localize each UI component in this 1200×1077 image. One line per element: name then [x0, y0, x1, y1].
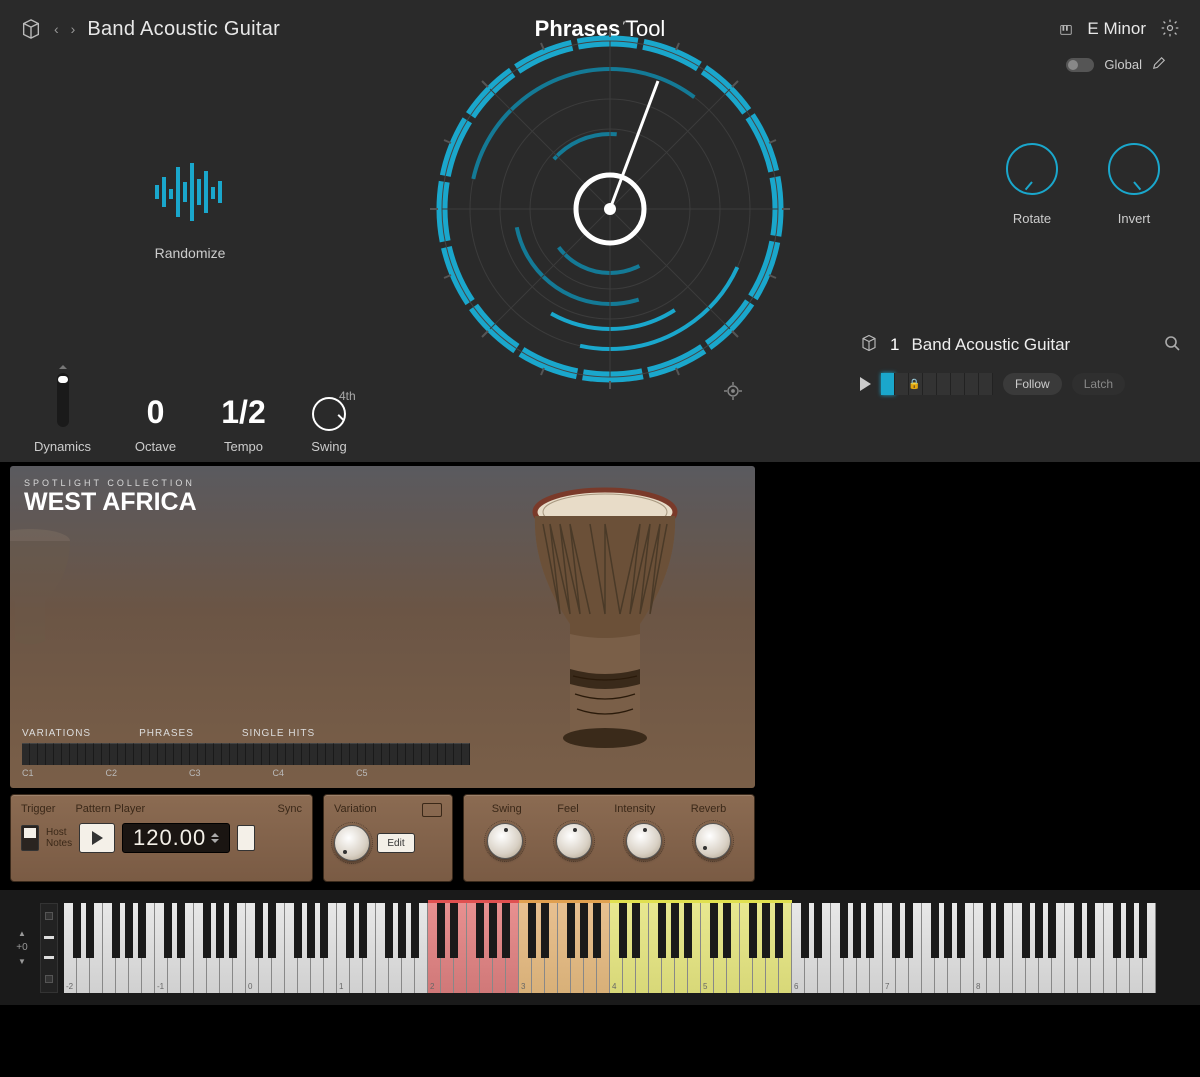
- mini-oct-c2: C2: [106, 768, 118, 778]
- reverb-knob[interactable]: [695, 823, 731, 859]
- global-label: Global: [1104, 57, 1142, 72]
- piano-keyboard[interactable]: -2-1012345678: [64, 903, 1200, 993]
- lock-icon[interactable]: 🔒: [908, 379, 920, 390]
- slot-name[interactable]: Band Acoustic Guitar: [911, 335, 1070, 355]
- zone-label-singlehits: SINGLE HITS: [242, 728, 315, 739]
- background-drum: [10, 526, 80, 646]
- slot-dice-icon[interactable]: [860, 334, 878, 355]
- search-icon[interactable]: [1164, 335, 1180, 354]
- swing-division: 4th: [339, 389, 356, 403]
- bpm-display[interactable]: 120.00: [122, 823, 230, 853]
- intensity-label: Intensity: [614, 803, 655, 815]
- mini-oct-c4: C4: [273, 768, 285, 778]
- locate-icon[interactable]: [724, 382, 742, 400]
- trigger-indicator[interactable]: [21, 825, 39, 851]
- dynamics-slider[interactable]: [57, 373, 69, 427]
- instrument-subtitle: SPOTLIGHT COLLECTION: [24, 478, 197, 488]
- pattern-grid-icon[interactable]: [422, 803, 442, 817]
- reverb-label: Reverb: [691, 803, 726, 815]
- zone-label-variations: VARIATIONS: [22, 728, 91, 739]
- swing-knob[interactable]: [312, 397, 346, 431]
- slot-number: 1: [890, 335, 899, 355]
- instrument-view: SPOTLIGHT COLLECTION WEST AFRICA: [10, 466, 755, 788]
- phrase-dial[interactable]: [430, 29, 790, 389]
- pitch-up-icon[interactable]: ▲: [18, 929, 26, 938]
- djembe-image: [515, 484, 695, 764]
- zone-label-phrases: PHRASES: [139, 728, 194, 739]
- invert-label: Invert: [1118, 211, 1151, 226]
- gear-icon[interactable]: [1160, 18, 1180, 41]
- key-label[interactable]: E Minor: [1087, 19, 1146, 39]
- invert-knob[interactable]: [1108, 143, 1160, 195]
- mini-oct-c1: C1: [22, 768, 34, 778]
- pitch-down-icon[interactable]: ▼: [18, 957, 26, 966]
- host-notes-label: Host Notes: [46, 827, 72, 849]
- slot-steps[interactable]: [881, 373, 993, 395]
- intensity-knob[interactable]: [626, 823, 662, 859]
- tempo-label: Tempo: [224, 439, 263, 454]
- pattern-player-label: Pattern Player: [75, 803, 145, 815]
- next-preset-icon[interactable]: ›: [71, 21, 76, 37]
- sync-label: Sync: [278, 803, 302, 815]
- tempo-value[interactable]: 1/2: [221, 394, 265, 431]
- randomize-label: Randomize: [155, 245, 226, 261]
- pitch-value: +0: [16, 942, 27, 953]
- edit-button[interactable]: Edit: [377, 833, 415, 853]
- variation-label: Variation: [334, 803, 377, 817]
- feel-knob[interactable]: [556, 823, 592, 859]
- dice-icon[interactable]: [20, 18, 42, 40]
- octave-value[interactable]: 0: [147, 394, 165, 431]
- pattern-play-button[interactable]: [79, 823, 115, 853]
- rotate-knob[interactable]: [1006, 143, 1058, 195]
- feel-label: Feel: [557, 803, 578, 815]
- edit-icon[interactable]: [1152, 56, 1166, 73]
- preset-name[interactable]: Band Acoustic Guitar: [87, 18, 280, 41]
- global-toggle[interactable]: [1066, 58, 1094, 72]
- slot-play-icon[interactable]: [860, 377, 871, 391]
- swing2-knob[interactable]: [487, 823, 523, 859]
- swing2-label: Swing: [492, 803, 522, 815]
- velocity-strip[interactable]: [40, 903, 58, 993]
- sync-button[interactable]: [237, 825, 255, 851]
- prev-preset-icon[interactable]: ‹: [54, 21, 59, 37]
- swing-label: Swing: [311, 439, 346, 454]
- mini-keyboard[interactable]: [22, 743, 470, 765]
- latch-button[interactable]: Latch: [1072, 373, 1125, 395]
- follow-button[interactable]: Follow: [1003, 373, 1062, 395]
- key-icon: [1059, 22, 1073, 36]
- rotate-label: Rotate: [1013, 211, 1051, 226]
- randomize-graphic[interactable]: [145, 157, 235, 227]
- variation-knob[interactable]: [334, 825, 370, 861]
- trigger-label: Trigger: [21, 803, 55, 815]
- octave-label: Octave: [135, 439, 176, 454]
- mini-oct-c3: C3: [189, 768, 201, 778]
- dynamics-label: Dynamics: [34, 439, 91, 454]
- instrument-name: WEST AFRICA: [24, 488, 197, 517]
- mini-oct-c5: C5: [356, 768, 368, 778]
